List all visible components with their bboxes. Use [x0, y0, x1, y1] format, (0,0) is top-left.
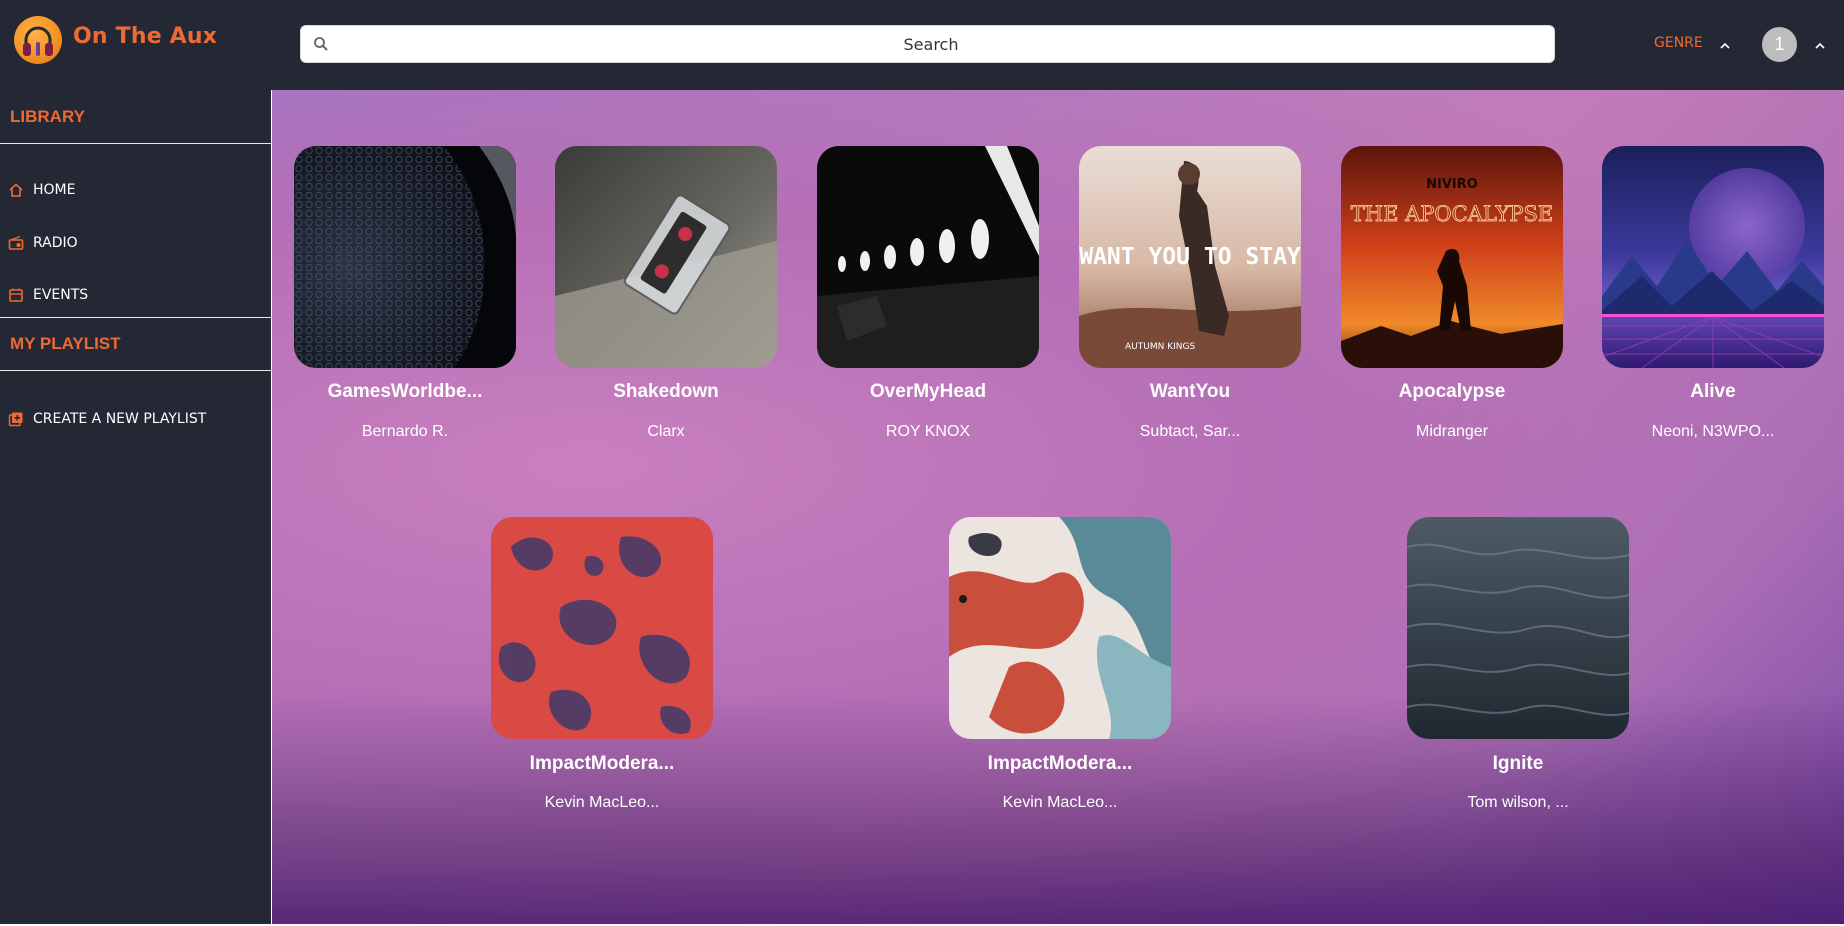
album-title[interactable]: OverMyHead	[797, 381, 1059, 403]
album-grid: GamesWorldbe... Bernardo R. Shakedown Cl…	[272, 90, 1844, 926]
sidebar-item-radio[interactable]: RADIO	[0, 225, 270, 261]
sidebar-item-events[interactable]: EVENTS	[0, 277, 270, 313]
create-playlist-label: CREATE A NEW PLAYLIST	[33, 411, 207, 427]
album-title[interactable]: Ignite	[1387, 753, 1649, 775]
search-bar[interactable]	[300, 25, 1555, 63]
album-title[interactable]: WantYou	[1059, 381, 1321, 403]
divider	[0, 370, 272, 371]
calendar-icon	[9, 288, 23, 302]
divider	[0, 143, 272, 144]
divider	[0, 317, 272, 318]
chevron-up-icon[interactable]	[1815, 38, 1825, 49]
my-playlist-heading: MY PLAYLIST	[10, 334, 121, 353]
album-title[interactable]: Apocalypse	[1321, 381, 1583, 403]
library-heading: LIBRARY	[10, 107, 85, 126]
album-artist[interactable]: Clarx	[535, 423, 797, 441]
sidebar-item-home[interactable]: HOME	[0, 172, 270, 208]
sidebar-item-label: EVENTS	[33, 287, 89, 303]
album-artist[interactable]: ROY KNOX	[797, 423, 1059, 441]
album-art[interactable]	[1602, 146, 1824, 368]
create-playlist-button[interactable]: CREATE A NEW PLAYLIST	[0, 401, 270, 437]
album-title[interactable]: Shakedown	[535, 381, 797, 403]
album-title[interactable]: ImpactModera...	[471, 753, 733, 775]
album-art[interactable]	[294, 146, 516, 368]
album-art[interactable]: WANT YOU TO STAY AUTUMN KINGS	[1079, 146, 1301, 368]
sidebar: LIBRARY HOME RADIO EVENTS MY PLAYLIST CR…	[0, 90, 272, 926]
album-art[interactable]	[555, 146, 777, 368]
app-title[interactable]: On The Aux	[73, 24, 217, 49]
home-icon	[9, 183, 23, 197]
album-title[interactable]: Alive	[1582, 381, 1844, 403]
album-title[interactable]: ImpactModera...	[929, 753, 1191, 775]
album-art[interactable]	[949, 517, 1171, 739]
album-art[interactable]	[491, 517, 713, 739]
chevron-up-icon[interactable]	[1720, 38, 1730, 49]
album-artist[interactable]: Subtact, Sar...	[1059, 423, 1321, 441]
album-art-text: WANT YOU TO STAY	[1079, 244, 1301, 270]
sidebar-item-label: HOME	[33, 182, 76, 198]
album-artist[interactable]: Midranger	[1321, 423, 1583, 441]
genre-dropdown[interactable]: GENRE	[1654, 35, 1703, 51]
album-artist[interactable]: Bernardo R.	[274, 423, 536, 441]
album-art-text: THE APOCALYPSE	[1351, 202, 1553, 226]
album-artist[interactable]: Tom wilson, ...	[1387, 794, 1649, 812]
album-artist[interactable]: Kevin MacLeo...	[471, 794, 733, 812]
search-input[interactable]	[341, 26, 1521, 62]
add-playlist-icon	[8, 412, 23, 427]
avatar[interactable]: 1	[1762, 27, 1797, 62]
album-art[interactable]	[817, 146, 1039, 368]
album-artist[interactable]: Kevin MacLeo...	[929, 794, 1191, 812]
sidebar-item-label: RADIO	[33, 235, 78, 251]
album-art[interactable]	[1407, 517, 1629, 739]
album-art-subtext: AUTUMN KINGS	[1125, 342, 1195, 352]
album-art-subtext: NIVIRO	[1426, 177, 1478, 192]
album-art[interactable]: NIVIRO THE APOCALYPSE	[1341, 146, 1563, 368]
search-icon	[313, 36, 329, 57]
album-artist[interactable]: Neoni, N3WPO...	[1582, 423, 1844, 441]
album-title[interactable]: GamesWorldbe...	[274, 381, 536, 403]
top-bar: On The Aux GENRE 1	[0, 0, 1844, 90]
radio-icon	[8, 235, 24, 250]
headphones-logo-icon[interactable]	[14, 16, 62, 64]
